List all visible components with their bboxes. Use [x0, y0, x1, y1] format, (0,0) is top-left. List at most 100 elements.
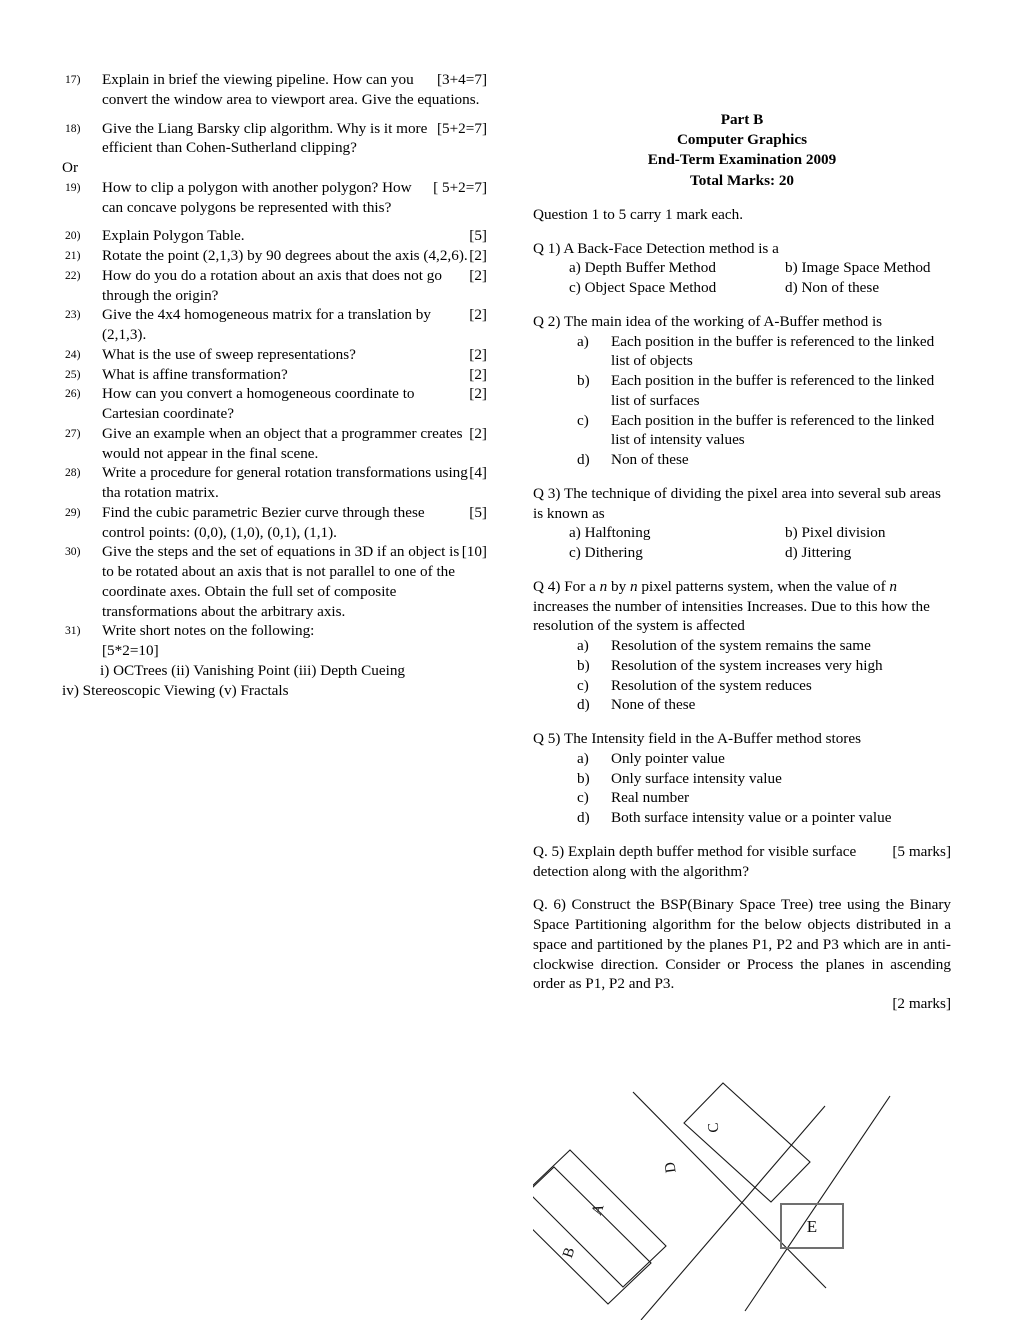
- right-column: Part B Computer Graphics End-Term Examin…: [533, 110, 951, 1014]
- label-b: B: [560, 1246, 578, 1260]
- mcq-question-1: Q 1) A Back-Face Detection method is a a…: [533, 239, 951, 298]
- question-marks: [5]: [469, 503, 487, 521]
- question-text: [2] Give an example when an object that a…: [102, 424, 487, 462]
- question-item: 23) [2] Give the 4x4 homogeneous matrix f…: [62, 305, 487, 345]
- header-subject: Computer Graphics: [676, 131, 808, 149]
- option-c: c) Each position in the buffer is referen…: [577, 411, 935, 449]
- option-row: a) Halftoning b) Pixel division: [533, 523, 951, 543]
- question-item: 30) [10] Give the steps and the set of eq…: [62, 542, 487, 621]
- question-item: 26) [2] How can you convert a homogeneous…: [62, 384, 487, 424]
- mcq-question-5: Q 5) The Intensity field in the A-Buffer…: [533, 729, 951, 828]
- header-part: Part B: [720, 111, 764, 128]
- question-number: 31): [65, 624, 81, 638]
- label-a: A: [589, 1202, 608, 1217]
- label-d: D: [662, 1161, 679, 1174]
- question-marks: [5 marks]: [892, 842, 951, 860]
- option-d: d) None of these: [577, 696, 696, 714]
- long-question-5: [5 marks] Q. 5) Explain depth buffer meth…: [533, 842, 951, 882]
- question-text: [2] Rotate the point (2,1,3) by 90 degree…: [102, 247, 487, 264]
- option-d: d) Non of these: [577, 451, 689, 469]
- variable-n: n: [630, 577, 638, 595]
- question-text: [3+4=7] Explain in brief the viewing pipe…: [102, 71, 487, 108]
- option-b: b) Each position in the buffer is referen…: [577, 372, 935, 409]
- question-item: 22) [2] How do you do a rotation about an…: [62, 266, 487, 306]
- mcq-question-2: Q 2) The main idea of the working of A-B…: [533, 312, 951, 470]
- label-e: E: [807, 1217, 817, 1236]
- question-number: 19): [65, 180, 81, 194]
- question-number: 29): [65, 505, 81, 519]
- option-a: a) Depth Buffer Method: [569, 259, 716, 277]
- question-stem: Q 4) For a n by n pixel patterns system,…: [533, 577, 930, 635]
- question-item: 31) Write short notes on the following:: [62, 621, 487, 641]
- option-d: d) Both surface intensity value or a poin…: [577, 809, 892, 827]
- question-text: [10] Give the steps and the set of equati…: [102, 543, 487, 620]
- question-marks: [5+2=7]: [436, 119, 487, 137]
- option-a: a) Each position in the buffer is referen…: [577, 332, 935, 370]
- question-stem: Q 3) The technique of dividing the pixel…: [533, 484, 941, 522]
- question-marks: [4]: [469, 464, 487, 482]
- question-item: 27) [2] Give an example when an object th…: [62, 424, 487, 464]
- option-b: b) Resolution of the system increases ver…: [577, 656, 883, 674]
- variable-n: n: [889, 577, 898, 595]
- question-number: 28): [65, 466, 81, 480]
- option-list: a) Only pointer value b) Only surface inte…: [533, 749, 951, 828]
- question-number: 27): [65, 426, 81, 440]
- question-text: [5] Find the cubic parametric Bezier curv…: [102, 503, 487, 541]
- question-number: 18): [65, 121, 81, 135]
- instruction-text: Question 1 to 5 carry 1 mark each.: [533, 205, 744, 223]
- option-row: c) Object Space Method d) Non of these: [533, 278, 951, 298]
- question-marks: [2]: [469, 365, 487, 383]
- long-question-6: Q. 6) Construct the BSP(Binary Space Tre…: [533, 895, 951, 994]
- question-item: 28) [4] Write a procedure for general rot…: [62, 463, 487, 503]
- question-marks: [2]: [469, 306, 487, 324]
- option-b: b) Only surface intensity value: [577, 769, 782, 787]
- plane-line-p2: [640, 1105, 826, 1320]
- question-text: [2] How can you convert a homogeneous coo…: [102, 385, 487, 422]
- option-c: c) Resolution of the system reduces: [577, 676, 812, 694]
- question-text: Write short notes on the following:: [102, 622, 315, 640]
- left-column: 17) [3+4=7] Explain in brief the viewing …: [62, 70, 487, 700]
- question-marks: [2]: [469, 424, 487, 442]
- option-d: d) Jittering: [785, 544, 852, 562]
- plane-line-p1: [632, 1091, 827, 1289]
- mcq-question-3: Q 3) The technique of dividing the pixel…: [533, 484, 951, 563]
- mcq-question-4: Q 4) For a n by n pixel patterns system,…: [533, 577, 951, 715]
- question-item: 20) [5] Explain Polygon Table.: [62, 226, 487, 246]
- question-number: 23): [65, 308, 81, 322]
- option-row: c) Dithering d) Jittering: [533, 543, 951, 563]
- exam-page: 17) [3+4=7] Explain in brief the viewing …: [0, 0, 1020, 1320]
- question-number: 21): [65, 249, 81, 262]
- option-a: a) Resolution of the system remains the s…: [577, 637, 871, 655]
- question-text: [ 5+2=7] How to clip a polygon with anoth…: [102, 178, 487, 216]
- question-number: 17): [65, 73, 81, 86]
- question-text: [2] Give the 4x4 homogeneous matrix for a…: [102, 306, 487, 343]
- option-a: a) Halftoning: [569, 524, 651, 542]
- question-text: Q. 5) Explain depth buffer method for vi…: [533, 842, 857, 880]
- question-stem: Q 5) The Intensity field in the A-Buffer…: [533, 730, 862, 748]
- question-item: 25) [2] What is affine transformation?: [62, 365, 487, 385]
- option-a: a) Only pointer value: [577, 749, 725, 767]
- question-number: 26): [65, 387, 81, 401]
- question-number: 24): [65, 347, 81, 361]
- option-b: b) Image Space Method: [785, 259, 931, 277]
- question-number: 22): [65, 268, 81, 282]
- option-list: a) Resolution of the system remains the s…: [533, 636, 951, 715]
- question-text: [5+2=7] Give the Liang Barsky clip algori…: [102, 119, 487, 157]
- option-list: a) Each position in the buffer is referen…: [533, 332, 951, 470]
- question-stem: Q 2) The main idea of the working of A-B…: [533, 312, 883, 330]
- long-question-6-marks: [2 marks]: [892, 995, 951, 1013]
- object-a-rect: [533, 1149, 667, 1288]
- question-marks: [2]: [469, 385, 487, 403]
- label-c: C: [705, 1122, 722, 1134]
- question-marks: [2]: [469, 345, 487, 363]
- header-total-marks: Total Marks: 20: [689, 171, 795, 189]
- question-item: 17) [3+4=7] Explain in brief the viewing …: [62, 70, 487, 110]
- question-marks: [2]: [469, 247, 487, 264]
- option-row: a) Depth Buffer Method b) Image Space Me…: [533, 258, 951, 278]
- question-number: 30): [65, 545, 81, 559]
- question-text: [2] How do you do a rotation about an axi…: [102, 266, 487, 304]
- question-text: [5] Explain Polygon Table.: [102, 227, 487, 245]
- q31-subitems-line2: iv) Stereoscopic Viewing (v) Fractals: [62, 681, 289, 699]
- option-b: b) Pixel division: [785, 524, 886, 542]
- q31-subitems-line1: i) OCTrees (ii) Vanishing Point (iii) De…: [100, 661, 406, 679]
